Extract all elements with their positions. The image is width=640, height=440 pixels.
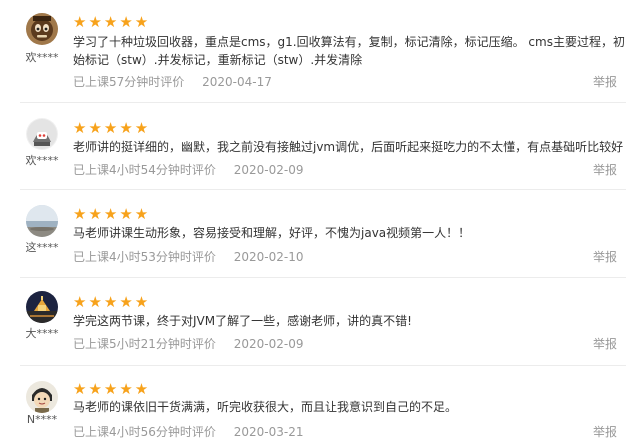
report-button[interactable]: 举报 — [593, 73, 617, 90]
username: 这**** — [25, 241, 59, 254]
watched-time: 已上课57分钟时评价 — [73, 75, 185, 89]
report-button[interactable]: 举报 — [593, 335, 617, 352]
robot-avatar-icon[interactable] — [26, 118, 58, 150]
review-text: 学完这两节课，终于对JVM了解了一些，感谢老师，讲的真不错! — [73, 314, 412, 328]
review-date: 2020-02-10 — [233, 250, 304, 264]
cartoon-character-avatar-icon[interactable] — [26, 13, 58, 45]
review-item: 大**** ★★★★★ 学完这两节课，终于对JVM了解了一些，感谢老师，讲的真不… — [0, 278, 640, 366]
review-meta: 已上课4小时54分钟时评价 2020-02-09 — [73, 161, 303, 178]
report-button[interactable]: 举报 — [593, 248, 617, 265]
review-date: 2020-02-09 — [233, 337, 304, 351]
username: 大**** — [25, 327, 59, 340]
review-text: 马老师讲课生动形象，容易接受和理解，好评，不愧为java视频第一人！！ — [73, 226, 471, 240]
review-date: 2020-04-17 — [202, 75, 272, 89]
anime-character-avatar-icon[interactable] — [26, 381, 58, 413]
review-date: 2020-03-21 — [233, 425, 304, 439]
report-button[interactable]: 举报 — [593, 161, 617, 178]
watched-time: 已上课4小时56分钟时评价 — [73, 425, 216, 439]
review-text: 学习了十种垃圾回收器，重点是cms，g1.回收算法有，复制，标记清除，标记压缩。… — [73, 35, 625, 67]
report-button[interactable]: 举报 — [593, 423, 617, 440]
username: 欢**** — [25, 51, 59, 64]
star-rating: ★★★★★ — [73, 293, 151, 311]
star-rating: ★★★★★ — [73, 380, 151, 398]
review-meta: 已上课5小时21分钟时评价 2020-02-09 — [73, 335, 303, 352]
review-meta: 已上课4小时53分钟时评价 2020-02-10 — [73, 248, 303, 265]
review-list: 欢**** ★★★★★ 学习了十种垃圾回收器，重点是cms，g1.回收算法有，复… — [0, 0, 640, 439]
review-item: 欢**** ★★★★★ 老师讲的挺详细的，幽默，我之前没有接触过jvm调优，后面… — [0, 103, 640, 190]
review-meta: 已上课57分钟时评价 2020-04-17 — [73, 73, 272, 90]
review-date: 2020-02-09 — [233, 163, 304, 177]
watched-time: 已上课4小时54分钟时评价 — [73, 163, 216, 177]
review-item: N**** ★★★★★ 马老师的课依旧干货满满，听完收获很大，而且让我意识到自己… — [0, 366, 640, 439]
star-rating: ★★★★★ — [73, 205, 151, 223]
seaside-landscape-avatar-icon[interactable] — [26, 205, 58, 237]
watched-time: 已上课4小时53分钟时评价 — [73, 250, 216, 264]
review-meta: 已上课4小时56分钟时评价 2020-03-21 — [73, 423, 303, 440]
review-text: 马老师的课依旧干货满满，听完收获很大，而且让我意识到自己的不足。 — [73, 400, 458, 414]
night-temple-avatar-icon[interactable] — [26, 291, 58, 323]
star-rating: ★★★★★ — [73, 119, 151, 137]
username: 欢**** — [25, 154, 59, 167]
review-item: 欢**** ★★★★★ 学习了十种垃圾回收器，重点是cms，g1.回收算法有，复… — [0, 0, 640, 103]
watched-time: 已上课5小时21分钟时评价 — [73, 337, 216, 351]
username: N**** — [26, 413, 58, 426]
review-item: 这**** ★★★★★ 马老师讲课生动形象，容易接受和理解，好评，不愧为java… — [0, 190, 640, 278]
review-text: 老师讲的挺详细的，幽默，我之前没有接触过jvm调优，后面听起来挺吃力的不太懂，有… — [73, 140, 624, 154]
star-rating: ★★★★★ — [73, 13, 151, 31]
